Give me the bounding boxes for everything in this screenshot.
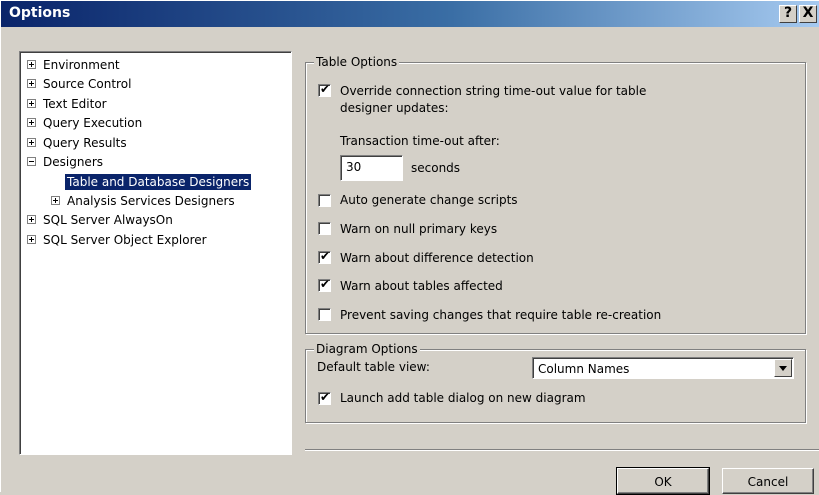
expand-plus-icon[interactable] [27, 138, 36, 147]
tree-item-designers[interactable]: Designers [27, 153, 103, 172]
prevent-saving-changes-label: Prevent saving changes that require tabl… [340, 308, 662, 322]
warn-null-primary-keys-checkbox[interactable] [318, 222, 331, 235]
tree-item-label: Text Editor [43, 97, 107, 111]
tree-item-query-execution[interactable]: Query Execution [27, 114, 142, 133]
close-button[interactable]: X [799, 5, 817, 23]
expand-plus-icon[interactable] [27, 235, 36, 244]
tree-item-label: Environment [43, 58, 120, 72]
tree-item-sql-server-alwayson[interactable]: SQL Server AlwaysOn [27, 211, 173, 230]
tree-item-label: Query Execution [43, 116, 143, 130]
tree-item-text-editor[interactable]: Text Editor [27, 95, 107, 114]
transaction-timeout-label: Transaction time-out after: [340, 134, 500, 148]
override-timeout-checkbox[interactable]: ✔ [318, 82, 331, 97]
expand-plus-icon[interactable] [27, 215, 36, 224]
warn-null-primary-keys-label: Warn on null primary keys [340, 222, 498, 236]
tree-item-source-control[interactable]: Source Control [27, 75, 131, 94]
warn-difference-detection-label: Warn about difference detection [340, 251, 534, 265]
tree-item-query-results[interactable]: Query Results [27, 134, 127, 153]
expand-plus-icon[interactable] [51, 196, 60, 205]
auto-generate-scripts-checkbox[interactable] [318, 194, 331, 207]
collapse-minus-icon[interactable] [27, 157, 36, 166]
help-button[interactable]: ? [779, 5, 797, 23]
tree-item-label: Designers [43, 155, 103, 169]
check-mark-icon: ✔ [320, 249, 331, 263]
diagram-options-title: Diagram Options [314, 342, 420, 356]
default-table-view-value: Column Names [538, 362, 630, 376]
separator [305, 449, 819, 451]
override-timeout-label: Override connection string time-out valu… [340, 84, 647, 98]
tree-item-label: Source Control [43, 77, 132, 91]
options-dialog: Options ? X Environment Source Control T… [0, 0, 819, 495]
options-tree[interactable]: Environment Source Control Text Editor Q… [19, 51, 292, 455]
ok-button[interactable]: OK [616, 467, 710, 495]
chevron-down-icon[interactable] [774, 359, 792, 377]
check-mark-icon: ✔ [320, 277, 331, 291]
launch-add-table-label: Launch add table dialog on new diagram [340, 391, 586, 405]
launch-add-table-checkbox[interactable]: ✔ [318, 390, 331, 405]
table-options-title: Table Options [314, 55, 400, 69]
tree-item-environment[interactable]: Environment [27, 56, 120, 75]
check-mark-icon: ✔ [320, 390, 331, 404]
title-bar[interactable]: Options ? X [1, 1, 819, 27]
tree-item-sql-server-object-explorer[interactable]: SQL Server Object Explorer [27, 231, 207, 250]
prevent-saving-changes-checkbox[interactable] [318, 308, 331, 321]
expand-plus-icon[interactable] [27, 79, 36, 88]
tree-item-label: SQL Server Object Explorer [43, 233, 207, 247]
warn-tables-affected-checkbox[interactable]: ✔ [318, 277, 331, 292]
auto-generate-scripts-label: Auto generate change scripts [340, 193, 518, 207]
default-table-view-select[interactable]: Column Names [532, 357, 794, 379]
expand-plus-icon[interactable] [27, 118, 36, 127]
default-table-view-label: Default table view: [317, 360, 430, 374]
cancel-button[interactable]: Cancel [722, 468, 814, 494]
tree-item-label: Analysis Services Designers [67, 194, 235, 208]
timeout-input[interactable]: 30 [340, 155, 403, 181]
seconds-label: seconds [411, 161, 461, 175]
tree-item-analysis-services-designers[interactable]: Analysis Services Designers [51, 192, 235, 211]
tree-item-label: SQL Server AlwaysOn [43, 213, 173, 227]
tree-item-label: Table and Database Designers [65, 174, 252, 190]
warn-difference-detection-checkbox[interactable]: ✔ [318, 249, 331, 264]
check-mark-icon: ✔ [320, 82, 331, 96]
tree-item-label: Query Results [43, 136, 127, 150]
override-timeout-label-cont: designer updates: [340, 101, 449, 115]
expand-plus-icon[interactable] [27, 99, 36, 108]
warn-tables-affected-label: Warn about tables affected [340, 279, 503, 293]
expand-plus-icon[interactable] [27, 60, 36, 69]
tree-item-table-database-designers[interactable]: Table and Database Designers [65, 173, 252, 192]
window-title: Options [9, 5, 71, 21]
